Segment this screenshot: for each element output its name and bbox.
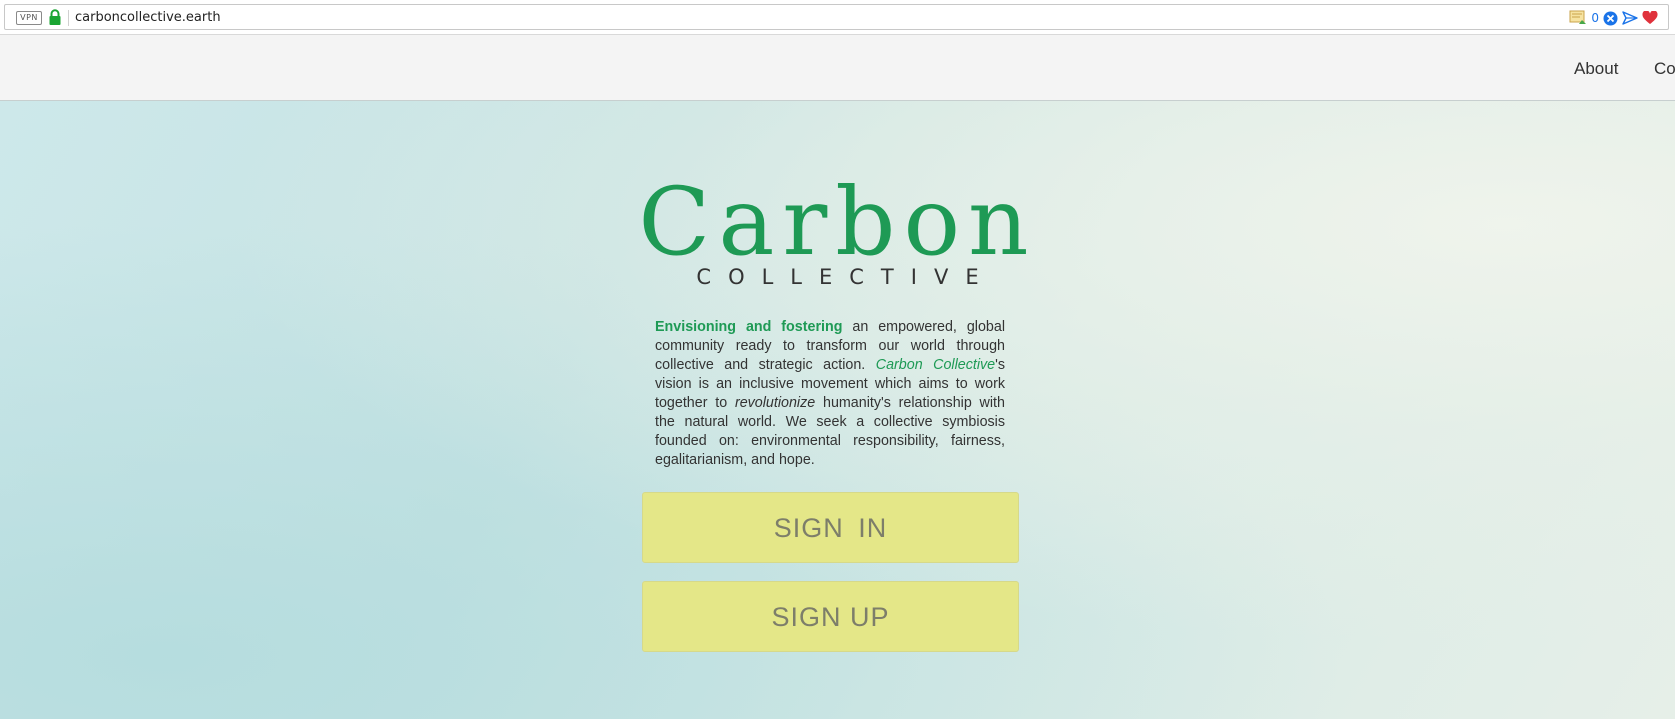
sign-up-button[interactable]: SIGN UP <box>642 581 1019 652</box>
hero-section: Carbon COLLECTIVE Envisioning and foster… <box>0 101 1675 719</box>
browser-toolbar: VPN carboncollective.earth 0 <box>0 0 1675 35</box>
address-bar[interactable]: VPN carboncollective.earth 0 <box>4 4 1669 30</box>
address-separator <box>68 10 69 26</box>
mission-lead: Envisioning and fostering <box>655 319 843 335</box>
blocked-count: 0 <box>1591 11 1599 25</box>
lock-icon[interactable] <box>48 9 62 26</box>
heart-icon[interactable] <box>1642 11 1658 25</box>
logo-title: Carbon <box>638 168 1037 277</box>
logo-subtitle: COLLECTIVE <box>696 265 996 289</box>
url-text[interactable]: carboncollective.earth <box>75 10 221 26</box>
site-header: About Co <box>0 35 1675 101</box>
mission-statement: Envisioning and fostering an empowered, … <box>655 318 1005 470</box>
notes-extension-icon[interactable] <box>1569 10 1587 26</box>
send-icon[interactable] <box>1622 11 1638 25</box>
nav-contact-link[interactable]: Co <box>1654 59 1675 79</box>
nav-about-link[interactable]: About <box>1574 59 1618 79</box>
extension-icons: 0 <box>1569 9 1658 27</box>
mission-brand: Carbon Collective <box>875 357 996 373</box>
sign-in-button[interactable]: SIGN IN <box>642 492 1019 563</box>
adblock-icon[interactable] <box>1603 11 1618 26</box>
vpn-badge[interactable]: VPN <box>16 11 42 25</box>
mission-emphasis: revolutionize <box>734 395 816 411</box>
